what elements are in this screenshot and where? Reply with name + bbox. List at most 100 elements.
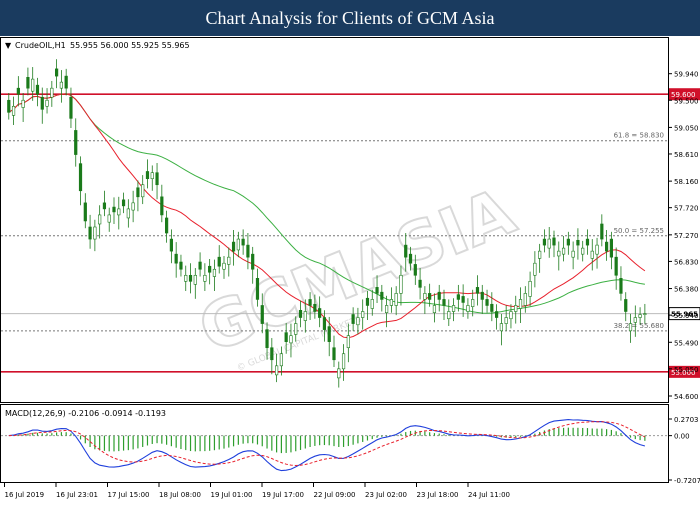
candle-body [538,250,542,259]
candle-body [193,274,197,285]
candle-body [160,196,164,216]
candle-body [298,309,303,318]
price-tick-label: 57.720 [674,205,699,213]
candle-body [624,299,628,312]
candle-body [413,264,417,276]
time-tick-label: 24 Jul 11:00 [468,491,510,499]
page-title: Chart Analysis for Clients of GCM Asia [0,0,700,36]
candle-body [270,347,274,361]
candle-body [552,237,556,246]
candle-body [16,87,20,95]
candle-body [7,99,11,113]
candle-body [341,353,346,370]
chart-area: GCMASIA © GLOBAL CAPITAL MARKETS 61.8 = … [0,36,700,500]
candle-body [174,253,178,264]
candle-body [404,244,408,258]
candle-body [83,202,87,222]
candle-body [121,199,126,207]
candle-body [638,314,642,318]
ohlc-label: 55.955 56.000 55.925 55.965 [70,41,190,50]
candle-body [394,293,398,306]
macd-tick-label: 0.00 [674,433,690,441]
macd-tick-label: -0.7207 [674,477,700,485]
candle-body [93,226,97,240]
time-tick-label: 19 Jul 01:00 [211,491,253,499]
candle-body [590,250,594,259]
candle-body [337,368,341,379]
candle-body [509,311,513,320]
candle-body [188,274,193,282]
candle-body [88,226,92,240]
candle-body [59,81,63,89]
candle-body [581,247,585,255]
time-tick-label: 23 Jul 02:00 [365,491,407,499]
candle-body [356,317,360,326]
candle-body [275,365,279,376]
candle-body [294,323,298,335]
time-tick-label: 17 Jul 15:00 [108,491,150,499]
candle-body [222,262,226,270]
candle-body [203,274,207,282]
candle-body [184,274,188,282]
candle-body [117,208,121,216]
candle-body [35,84,40,95]
candle-body [155,172,159,186]
candle-body [451,305,456,312]
price-chart: GCMASIA © GLOBAL CAPITAL MARKETS 61.8 = … [0,37,700,499]
price-tick-label: 55.940 [674,312,699,320]
price-tick-label: 58.610 [674,151,699,159]
time-tick-label: 18 Jul 08:00 [159,491,201,499]
candle-body [69,96,73,119]
candle-body [365,297,370,306]
candle-body [327,326,331,342]
candle-body [428,293,432,300]
price-tick-label: 56.830 [674,258,699,266]
candle-body [566,238,570,246]
candle-body [561,247,566,255]
candle-body [619,278,623,294]
candle-body [50,87,54,98]
candle-body [514,305,518,312]
candle-body [179,261,183,270]
candle-body [284,332,288,342]
candle-body [447,311,451,320]
candle-body [542,238,547,246]
candle-body [136,187,140,198]
fib-level-label: 61.8 = 58.830 [614,132,664,140]
symbol-label: CrudeOIL,H1 [15,41,66,50]
candle-body [165,217,169,234]
candle-body [150,172,154,180]
candle-body [609,238,613,258]
candle-body [11,105,16,116]
candle-body [605,241,609,252]
candle-body [432,305,437,314]
candle-body [98,214,102,225]
candle-body [26,77,30,89]
candle-body [346,335,350,349]
candle-body [628,323,633,332]
candle-body [217,256,221,267]
candle-body [265,329,269,349]
candle-body [313,303,317,312]
candle-body [423,293,427,300]
candle-body [389,299,393,306]
candle-body [169,238,173,252]
price-tick-label: 54.600 [674,393,699,401]
candle-body [308,299,312,306]
candle-body [571,250,575,258]
candle-body [385,305,389,314]
candle-body [480,291,484,300]
candle-body [528,281,532,297]
candle-body [456,294,460,300]
candle-body [212,268,217,277]
candle-body [112,206,116,213]
candle-body [241,238,245,246]
candle-body [471,299,475,307]
time-tick-label: 16 Jul 23:01 [56,491,98,499]
candle-body [332,347,336,361]
candle-body [236,238,240,251]
candle-body [107,214,111,223]
candle-body [289,335,293,344]
time-tick-label: 23 Jul 18:00 [417,491,459,499]
collapse-icon[interactable]: ▼ [5,41,12,50]
